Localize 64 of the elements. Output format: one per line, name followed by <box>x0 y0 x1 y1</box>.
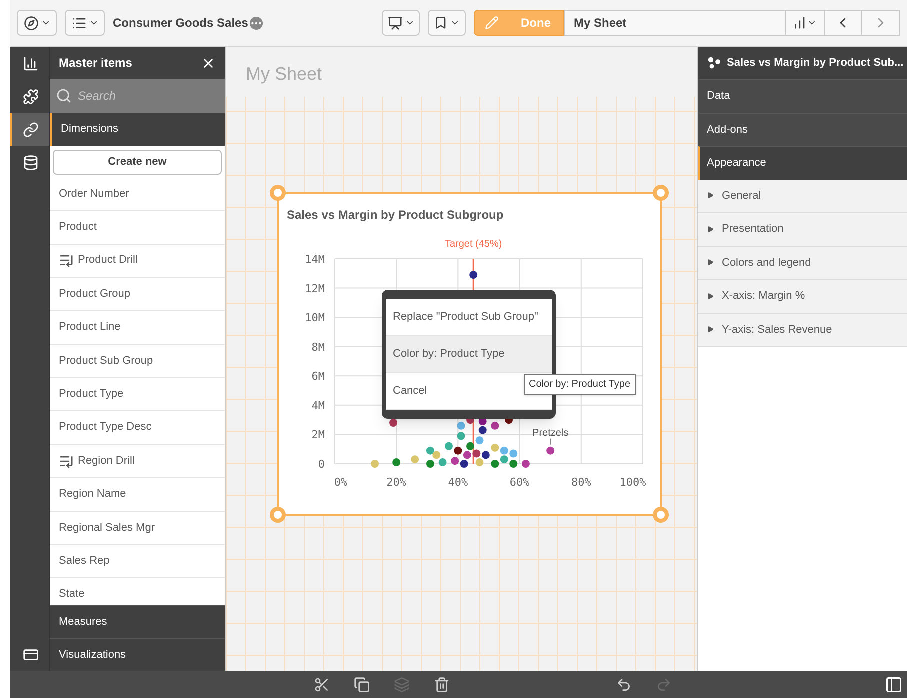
app-title: Consumer Goods Sales <box>113 15 248 32</box>
dimension-item[interactable]: Product Type Desc <box>50 411 225 445</box>
x-tick-label: 0% <box>334 476 348 489</box>
dimension-label: State <box>59 587 85 602</box>
menu-item[interactable]: Replace "Product Sub Group" <box>386 299 552 336</box>
x-tick-label: 60% <box>510 476 530 489</box>
y-tick-label: 4M <box>312 399 325 412</box>
create-new-button[interactable]: Create new <box>53 150 222 175</box>
measures-header[interactable]: Measures <box>50 605 225 638</box>
dimension-label: Region Drill <box>78 454 135 469</box>
dimension-item[interactable]: Regional Sales Mgr <box>50 512 225 546</box>
x-tick-label: 20% <box>386 476 407 489</box>
sheet-title: My Sheet <box>246 64 322 84</box>
menu-item[interactable]: Color by: Product Type <box>386 336 552 373</box>
properties-tab[interactable]: Appearance <box>698 146 907 180</box>
tooltip: Color by: Product Type <box>524 374 636 395</box>
dimension-label: Product Group <box>59 286 131 302</box>
y-tick-label: 8M <box>312 340 325 354</box>
section-header[interactable]: X-axis: Margin % <box>698 280 907 314</box>
dimension-label: Product Line <box>59 320 121 336</box>
y-tick-label: 6M <box>312 370 325 384</box>
properties-title: Sales vs Margin by Product Sub... <box>727 56 904 71</box>
x-tick-label: 80% <box>571 476 592 489</box>
search-field[interactable]: Search <box>50 79 225 113</box>
section-header[interactable]: Presentation <box>698 213 907 246</box>
properties-tab[interactable]: Data <box>698 79 907 112</box>
y-tick-label: 10M <box>305 312 325 325</box>
dimension-label: Product Type Desc <box>59 420 152 436</box>
y-tick-label: 14M <box>305 253 325 266</box>
dimension-item[interactable]: Region Name <box>50 478 225 512</box>
dimension-label: Product Sub Group <box>59 354 154 369</box>
dimension-label: Regional Sales Mgr <box>59 520 155 536</box>
section-header[interactable]: General <box>698 180 907 213</box>
dimension-label: Product Drill <box>78 253 138 268</box>
section-header[interactable]: Y-axis: Sales Revenue <box>698 314 907 347</box>
dimension-label: Region Name <box>59 487 126 502</box>
dimension-label: Order Number <box>59 186 130 202</box>
dimension-label: Sales Rep <box>59 554 110 569</box>
dimension-item[interactable]: Sales Rep <box>50 545 225 578</box>
dimension-item[interactable]: Product <box>50 211 225 245</box>
x-tick-label: 40% <box>448 476 468 489</box>
dimension-item[interactable]: Product Type <box>50 378 225 412</box>
dimension-item[interactable]: Order Number <box>50 178 225 212</box>
chart-card[interactable]: Sales vs Margin by Product Subgroup Replace "Product Sub Group" Color by: Product Type Cancel Color by: Product Type 14M 12M 10M 8M 6M 4M 2M 0 0% 20% 40% 60% 80% 100% Target (45%) Pretzels <box>277 192 662 516</box>
dimension-item[interactable]: Region Drill <box>50 444 225 478</box>
section-header[interactable]: Colors and legend <box>698 246 907 280</box>
dimension-item[interactable]: Product Group <box>50 278 225 312</box>
dimension-item[interactable]: Product Sub Group <box>50 344 225 378</box>
properties-tab[interactable]: Add-ons <box>698 112 907 146</box>
dimension-label: Product Type <box>59 387 124 402</box>
chart-title: Sales vs Margin by Product Subgroup <box>287 207 505 224</box>
y-tick-label: 0 <box>318 458 325 471</box>
dimension-item[interactable]: Product Drill <box>50 244 225 278</box>
dimension-label: Product <box>59 220 97 236</box>
visualizations-header[interactable]: Visualizations <box>50 638 225 671</box>
point-label: Pretzels <box>532 428 569 439</box>
y-tick-label: 2M <box>312 428 325 442</box>
sheet-title-field[interactable]: My Sheet <box>564 10 786 36</box>
dimension-item[interactable]: Product Line <box>50 311 225 345</box>
dimensions-header[interactable]: Dimensions <box>50 113 225 146</box>
x-tick-label: 100% <box>620 476 646 489</box>
y-tick-label: 12M <box>305 282 325 296</box>
target-label: Target (45%) <box>444 239 502 250</box>
panel-title: Master items <box>59 55 132 72</box>
